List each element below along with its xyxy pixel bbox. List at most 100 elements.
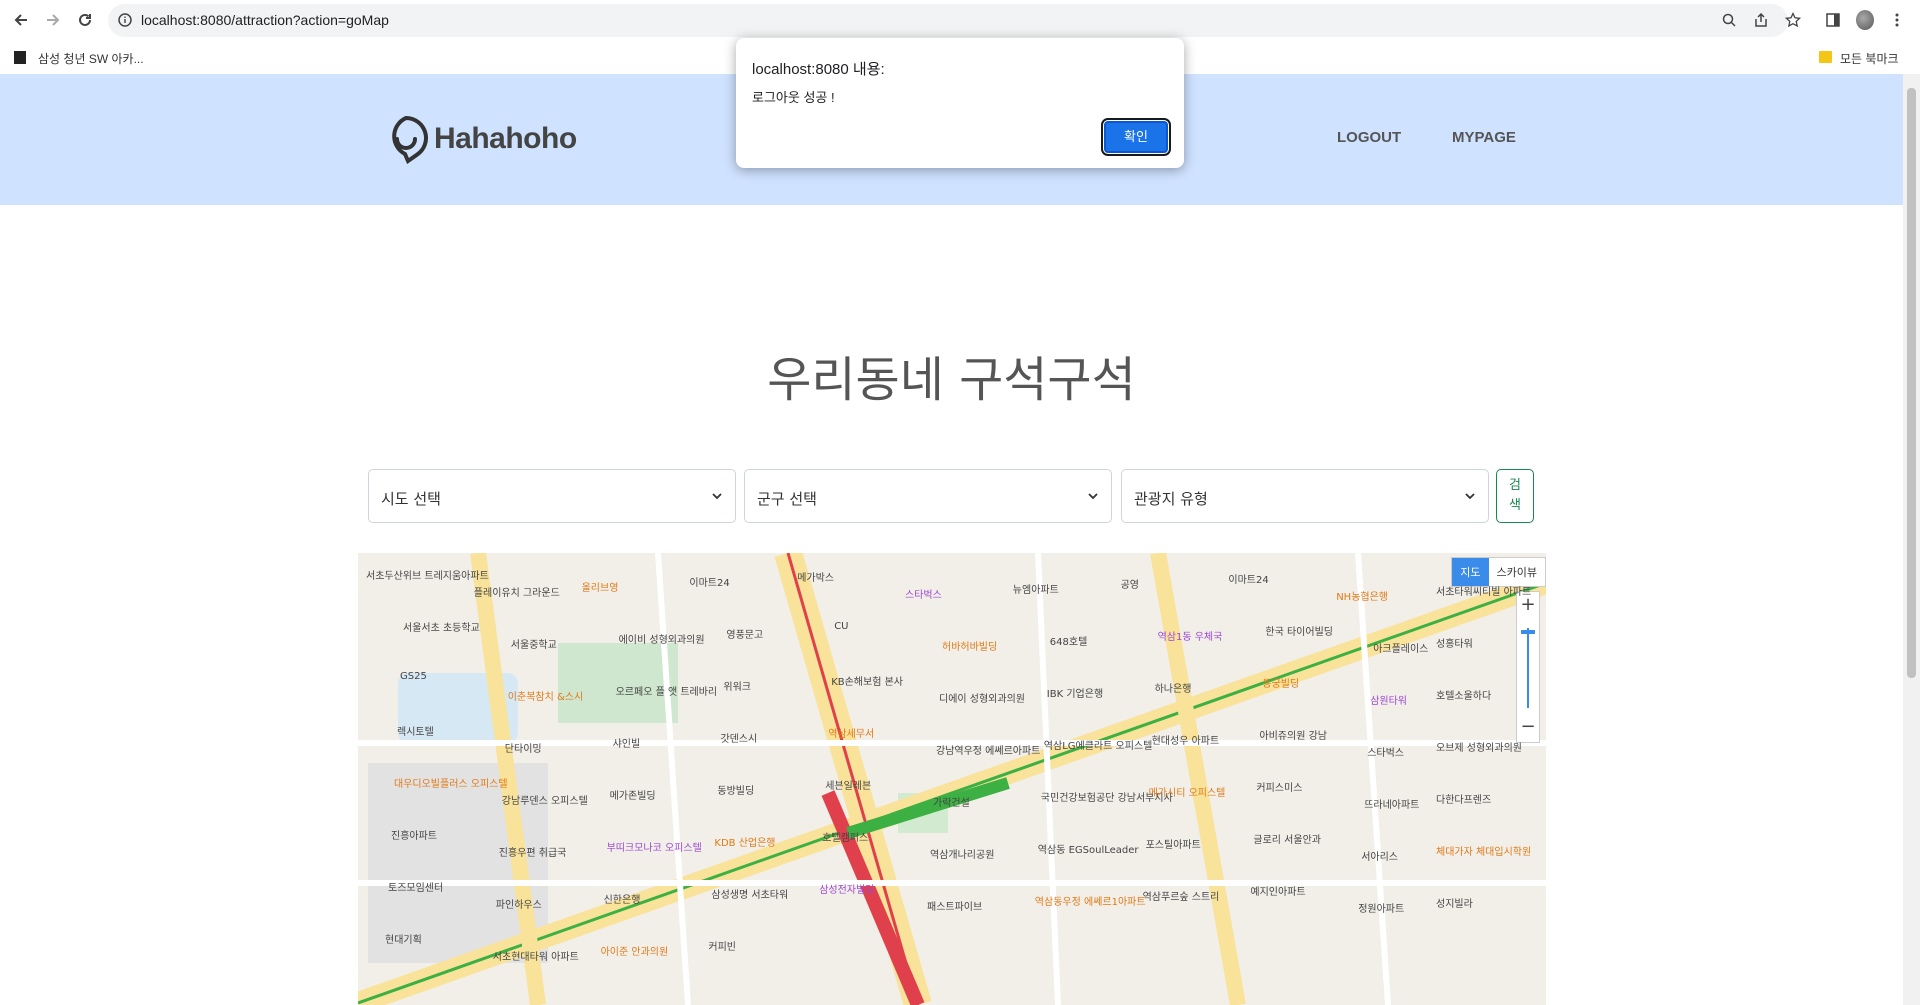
mypage-link[interactable]: MYPAGE [1452,129,1516,146]
map-poi-label[interactable]: 커피빈 [708,938,736,953]
map-poi-label[interactable]: 대우디오빌플러스 오피스텔 [394,775,508,790]
map-poi-label[interactable]: 성지빌라 [1436,895,1473,910]
map-poi-label[interactable]: 서초두산위브 트레지움아파트 [366,567,489,582]
map-poi-label[interactable]: 패스트파이브 [927,898,982,913]
logout-link[interactable]: LOGOUT [1337,129,1401,146]
map-poi-label[interactable]: 서울서초 초등학교 [403,619,480,634]
profile-avatar-icon[interactable] [1856,10,1874,30]
map-poi-label[interactable]: 뜨라네아파트 [1364,796,1419,811]
map-poi-label[interactable]: 역삼세무서 [828,725,874,740]
bookmark-star-icon[interactable] [1784,11,1802,29]
map-poi-label[interactable]: 플레이유치 그라운드 [474,584,560,599]
map-poi-label[interactable]: 렉시토텔 [397,723,434,738]
map-poi-label[interactable]: 스타벅스 [905,586,942,601]
map-poi-label[interactable]: 허바허바빌딩 [942,638,997,653]
map-poi-label[interactable]: 이마트24 [1228,571,1268,586]
map-poi-label[interactable]: 서울중학교 [511,636,557,651]
map-poi-label[interactable]: 메가박스 [797,569,834,584]
map-poi-label[interactable]: CU [834,621,848,632]
map-poi-label[interactable]: 에이비 성형외과의원 [619,631,705,646]
map-poi-label[interactable]: 갓덴스시 [720,730,757,745]
map-poi-label[interactable]: 영풍문고 [726,626,763,641]
map-poi-label[interactable]: 아비쥬의원 강남 [1259,727,1327,742]
map-poi-label[interactable]: 위워크 [723,678,751,693]
map-poi-label[interactable]: 다한다프렌즈 [1436,791,1491,806]
map-poi-label[interactable]: 역삼개나리공원 [930,846,994,861]
map-poi-label[interactable]: 현대기획 [385,931,422,946]
map-poi-label[interactable]: 공영 [1121,576,1139,591]
map-poi-label[interactable]: 진흥우편 취급국 [499,844,567,859]
map-poi-label[interactable]: 삼원타워 [1370,692,1407,707]
forward-icon[interactable] [43,10,63,30]
map-poi-label[interactable]: 강남루덴스 오피스텔 [502,792,588,807]
map-poi-label[interactable]: 서초현대타워 아파트 [493,948,579,963]
map-poi-label[interactable]: 스타벅스 [1367,744,1404,759]
map-poi-label[interactable]: 진흥아파트 [391,827,437,842]
map-poi-label[interactable]: KB손해보험 본사 [831,673,903,688]
map-poi-label[interactable]: 올리브영 [582,579,619,594]
map-poi-label[interactable]: 삼성전자빌딩 [819,881,874,896]
map-poi-label[interactable]: 성홍타워 [1436,635,1473,650]
map-poi-label[interactable]: IBK 기업은행 [1047,685,1103,700]
site-info-icon[interactable] [116,11,134,29]
map-poi-label[interactable]: 삼성생명 서초타워 [711,886,788,901]
search-button[interactable]: 검 색 [1496,469,1534,523]
map-poi-label[interactable]: 포스틸아파트 [1146,836,1201,851]
map-poi-label[interactable]: 세븐일레븐 [825,777,871,792]
map-poi-label[interactable]: 호텔소울하다 [1436,687,1491,702]
dialog-ok-button[interactable]: 확인 [1101,118,1171,156]
map-poi-label[interactable]: 이마트24 [689,574,729,589]
map-poi-label[interactable]: 하나은행 [1155,680,1192,695]
map-type-map[interactable]: 지도 [1452,558,1489,586]
zoom-slider-handle[interactable] [1521,630,1535,634]
site-logo[interactable]: Hahahoho [382,114,577,164]
reload-icon[interactable] [75,10,95,30]
map-poi-label[interactable]: 메가존빌딩 [610,787,656,802]
menu-icon[interactable] [1888,11,1906,29]
map-type-skyview[interactable]: 스카이뷰 [1489,558,1545,586]
map-poi-label[interactable]: 역삼동 EGSoulLeader [1038,841,1139,856]
map-poi-label[interactable]: 역삼LG에클라트 오피스텔 [1044,737,1153,752]
map[interactable]: 지도 스카이뷰 + − 서초두산위브 트레지움아파트 플레이유치 그라운드 올리브영… [358,553,1546,1005]
map-poi-label[interactable]: KDB 산업은행 [714,834,775,849]
scrollbar-thumb[interactable] [1907,88,1916,678]
map-poi-label[interactable]: 호텔캠퍼스 [822,829,868,844]
zoom-out-button[interactable]: − [1517,716,1539,737]
map-poi-label[interactable]: 가락건설 [933,794,970,809]
map-poi-label[interactable]: 역삼푸르숲 스트리 [1143,888,1220,903]
map-poi-label[interactable]: 서초타워씨티빌 아파트 [1436,583,1531,598]
map-poi-label[interactable]: 648호텔 [1050,633,1088,648]
gugun-select[interactable]: 군구 선택 [744,469,1112,523]
map-poi-label[interactable]: 디에이 성형외과의원 [939,690,1025,705]
map-poi-label[interactable]: 체대가자 체대입시학원 [1436,843,1531,858]
share-icon[interactable] [1752,11,1770,29]
map-poi-label[interactable]: 강남역우정 에쎄르아파트 [936,742,1040,757]
map-poi-label[interactable]: 아이준 안과의원 [601,943,669,958]
map-poi-label[interactable]: 오브제 성형외과의원 [1436,739,1522,754]
map-poi-label[interactable]: 메가시티 오피스텔 [1149,784,1226,799]
map-poi-label[interactable]: 동방빌딩 [717,782,754,797]
all-bookmarks[interactable]: 모든 북마크 [1840,50,1899,67]
map-poi-label[interactable]: 현대성우 아파트 [1152,732,1220,747]
map-poi-label[interactable]: 뉴엠아파트 [1013,581,1059,596]
map-poi-label[interactable]: 정원아파트 [1358,900,1404,915]
map-poi-label[interactable]: NH농협은행 [1336,588,1388,603]
map-poi-label[interactable]: 단타이밍 [505,740,542,755]
map-poi-label[interactable]: 부띠크모나코 오피스텔 [607,839,702,854]
map-poi-label[interactable]: 신한은행 [604,891,641,906]
map-poi-label[interactable]: 동궁빌딩 [1262,675,1299,690]
sido-select[interactable]: 시도 선택 [368,469,736,523]
map-poi-label[interactable]: 아크플레이스 [1373,640,1428,655]
map-poi-label[interactable]: 토즈모임센터 [388,879,443,894]
map-poi-label[interactable]: 이춘복참치 &스시 [508,688,583,703]
map-poi-label[interactable]: 커피스미스 [1256,779,1302,794]
map-poi-label[interactable]: 샤인빌 [613,735,641,750]
map-poi-label[interactable]: 역삼동우정 에쎄르1아파트 [1035,893,1146,908]
map-poi-label[interactable]: 오르페오 플 앳 트레바리 [616,683,718,698]
map-poi-label[interactable]: 글로리 서울안과 [1253,831,1321,846]
side-panel-icon[interactable] [1824,11,1842,29]
map-poi-label[interactable]: 서아리스 [1361,848,1398,863]
page-scrollbar[interactable] [1903,74,1920,1005]
zoom-slider[interactable] [1527,628,1529,708]
zoom-icon[interactable] [1720,11,1738,29]
